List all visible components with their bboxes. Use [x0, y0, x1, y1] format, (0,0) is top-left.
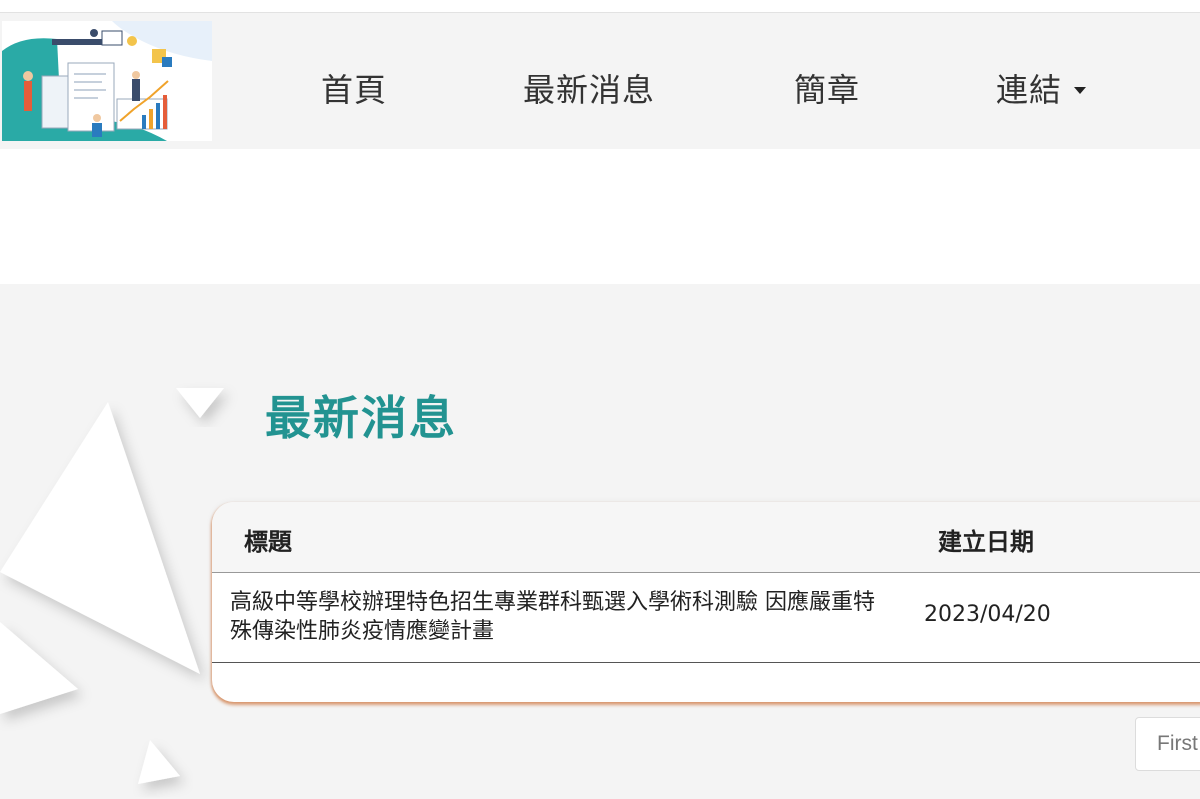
news-title-link[interactable]: 高級中等學校辦理特色招生專業群科甄選入學術科測驗 因應嚴重特殊傳染性肺炎疫情應變… [230, 588, 880, 646]
nav-brochure[interactable]: 簡章 [794, 65, 860, 111]
column-header-title: 標題 [244, 528, 292, 556]
table-header: 標題 建立日期 [212, 502, 1200, 573]
news-date: 2023/04/20 [924, 602, 1051, 627]
top-border [0, 0, 1200, 13]
nav-news[interactable]: 最新消息 [523, 65, 655, 111]
nav-links-dropdown[interactable]: 連結 [996, 65, 1087, 111]
news-section: 最新消息 標題 建立日期 高級中等學校辦理特色招生專業群科甄選入學術科測驗 因應… [0, 284, 1200, 799]
column-header-date: 建立日期 [938, 528, 1034, 556]
caret-down-icon [1074, 86, 1087, 94]
pagination-first-label: First [1157, 732, 1198, 755]
table-row[interactable]: 高級中等學校辦理特色招生專業群科甄選入學術科測驗 因應嚴重特殊傳染性肺炎疫情應變… [212, 573, 1200, 663]
nav-home[interactable]: 首頁 [321, 65, 387, 111]
nav-links-label: 連結 [996, 71, 1063, 109]
pagination-first-button[interactable]: First [1135, 717, 1200, 771]
news-table-card: 標題 建立日期 高級中等學校辦理特色招生專業群科甄選入學術科測驗 因應嚴重特殊傳… [212, 502, 1200, 702]
site-logo[interactable] [2, 21, 212, 141]
logo-illustration-icon [2, 21, 212, 141]
navbar: 首頁 最新消息 簡章 連結 [0, 13, 1200, 149]
page-title: 最新消息 [265, 391, 457, 445]
